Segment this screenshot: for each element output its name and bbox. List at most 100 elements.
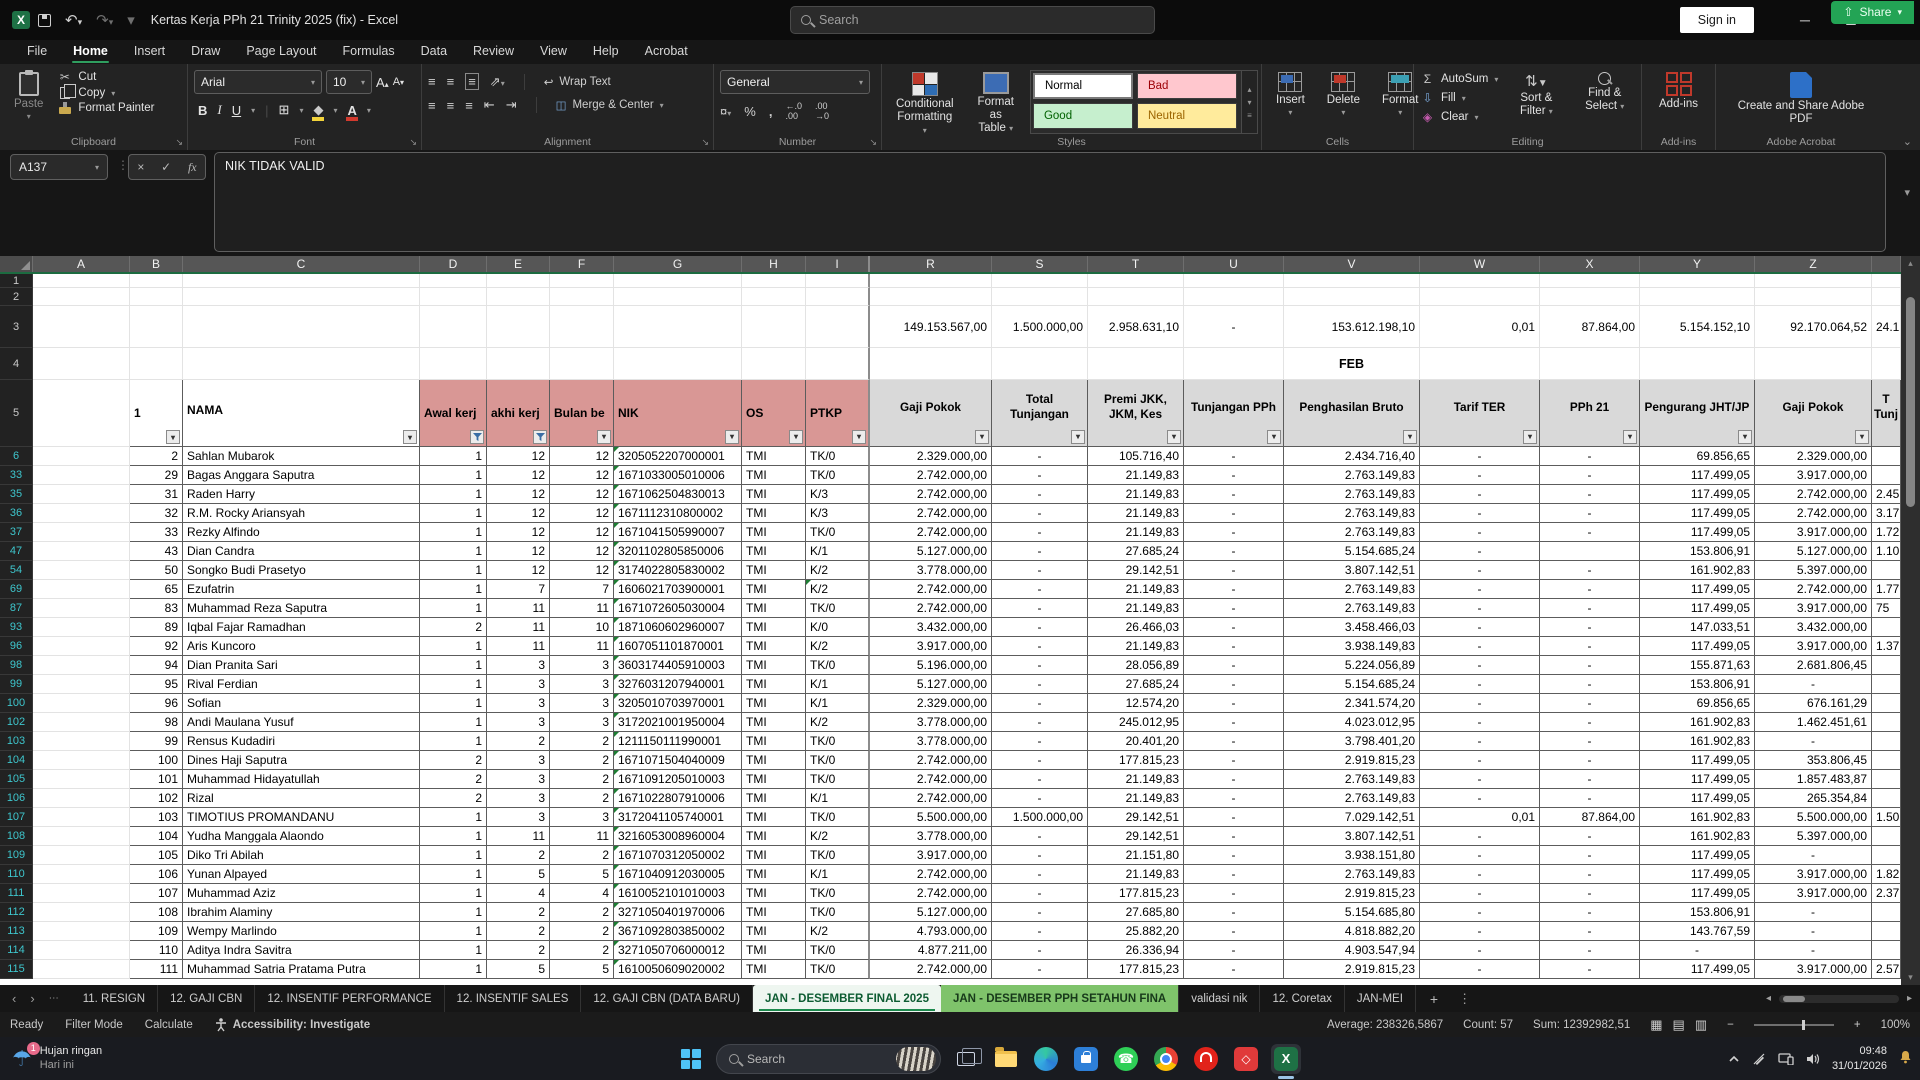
cell[interactable]: - xyxy=(1540,561,1640,580)
font-family-select[interactable]: Arial▾ xyxy=(194,70,322,94)
cell[interactable]: 1 xyxy=(420,637,487,656)
cell[interactable]: 31 xyxy=(130,485,183,504)
cell[interactable]: 2 xyxy=(550,732,614,751)
formula-bar-input[interactable]: NIK TIDAK VALID xyxy=(214,152,1886,252)
cell[interactable]: 2 xyxy=(487,846,550,865)
cell[interactable]: 5.127.000,00 xyxy=(1755,542,1872,561)
cell[interactable]: 29.142,51 xyxy=(1088,808,1184,827)
cell[interactable]: 147.033,51 xyxy=(1640,618,1755,637)
decrease-indent-button[interactable]: ⇤ xyxy=(484,97,495,113)
cut-button[interactable]: ✂Cut xyxy=(57,70,154,84)
filter-dropdown-icon[interactable]: ▾ xyxy=(789,430,803,444)
cell[interactable]: 12 xyxy=(487,523,550,542)
row-header[interactable]: 4 xyxy=(0,348,33,380)
cell[interactable]: 3.778.000,00 xyxy=(870,561,992,580)
cell[interactable]: 2 xyxy=(487,732,550,751)
cell[interactable]: TIMOTIUS PROMANDANU xyxy=(183,808,420,827)
cell[interactable] xyxy=(1872,675,1901,694)
cell[interactable]: 12 xyxy=(487,466,550,485)
cell[interactable]: - xyxy=(992,884,1088,903)
cell[interactable]: 353.806,45 xyxy=(1755,751,1872,770)
cell[interactable]: 117.499,05 xyxy=(1640,580,1755,599)
cell[interactable]: - xyxy=(1540,960,1640,979)
cell[interactable]: Muhammad Aziz xyxy=(183,884,420,903)
cell[interactable]: Muhammad Hidayatullah xyxy=(183,770,420,789)
cell[interactable]: 3.917.000,00 xyxy=(1755,599,1872,618)
cell[interactable]: TMI xyxy=(742,694,806,713)
sheet-tab[interactable]: 12. INSENTIF PERFORMANCE xyxy=(255,985,444,1012)
cell[interactable]: 2 xyxy=(487,903,550,922)
cell[interactable]: - xyxy=(1184,447,1284,466)
cell[interactable]: 2.742.000,00 xyxy=(870,884,992,903)
tray-chevron-icon[interactable] xyxy=(1728,1055,1740,1063)
cell[interactable]: - xyxy=(992,694,1088,713)
cell[interactable]: - xyxy=(1420,827,1540,846)
cell[interactable]: - xyxy=(992,903,1088,922)
cell[interactable] xyxy=(1540,542,1640,561)
cell[interactable] xyxy=(33,599,130,618)
cell[interactable]: 2.763.149,83 xyxy=(1284,580,1420,599)
cell[interactable]: 69.856,65 xyxy=(1640,447,1755,466)
menu-tab-review[interactable]: Review xyxy=(460,40,527,64)
cell[interactable]: TMI xyxy=(742,599,806,618)
cell[interactable]: Songko Budi Prasetyo xyxy=(183,561,420,580)
cell[interactable]: - xyxy=(1420,903,1540,922)
cell[interactable]: - xyxy=(1540,884,1640,903)
sheet-tab[interactable]: 12. Coretax xyxy=(1260,985,1344,1012)
cell[interactable]: - xyxy=(992,865,1088,884)
cell[interactable]: 2.763.149,83 xyxy=(1284,523,1420,542)
cell[interactable]: 5.154.685,24 xyxy=(1284,542,1420,561)
antivirus-button[interactable] xyxy=(1191,1044,1221,1074)
cell[interactable]: TMI xyxy=(742,523,806,542)
cell[interactable]: 2 xyxy=(550,789,614,808)
row-header[interactable]: 36 xyxy=(0,504,33,523)
cell[interactable]: 2.742.000,00 xyxy=(870,580,992,599)
cell[interactable]: 92.170.064,52 xyxy=(1755,306,1872,348)
cell[interactable]: - xyxy=(1184,884,1284,903)
weather-widget[interactable]: ☂1 Hujan ringanHari ini xyxy=(0,1045,230,1073)
cell[interactable]: - xyxy=(1420,922,1540,941)
cell[interactable]: 3 xyxy=(487,656,550,675)
cell[interactable]: 28.056,89 xyxy=(1088,656,1184,675)
cell[interactable]: 110 xyxy=(130,941,183,960)
cell[interactable]: 2.742.000,00 xyxy=(870,466,992,485)
cell[interactable]: 161.902,83 xyxy=(1640,827,1755,846)
comma-style-button[interactable]: , xyxy=(769,104,773,119)
cell[interactable]: TK/0 xyxy=(806,960,870,979)
filter-dropdown-icon[interactable]: ▾ xyxy=(1071,430,1085,444)
cell[interactable]: Muhammad Reza Saputra xyxy=(183,599,420,618)
cell[interactable]: K/3 xyxy=(806,485,870,504)
cell[interactable]: Ibrahim Alaminy xyxy=(183,903,420,922)
cell[interactable]: 1671022807910006 xyxy=(614,789,742,808)
cell[interactable]: - xyxy=(1184,306,1284,348)
filter-dropdown-icon[interactable]: ▾ xyxy=(1403,430,1417,444)
cell[interactable]: Premi JKK, JKM, Kes▾ xyxy=(1088,380,1184,447)
cell[interactable]: 103 xyxy=(130,808,183,827)
cell[interactable]: - xyxy=(1184,846,1284,865)
cell[interactable]: PTKP▾ xyxy=(806,380,870,447)
row-header[interactable]: 106 xyxy=(0,789,33,808)
cell[interactable]: - xyxy=(1540,637,1640,656)
align-left-button[interactable]: ≡ xyxy=(428,98,436,113)
cell[interactable]: 161.902,83 xyxy=(1640,732,1755,751)
cell[interactable]: 2.763.149,83 xyxy=(1284,789,1420,808)
column-header-W[interactable]: W xyxy=(1420,256,1540,272)
cell[interactable]: - xyxy=(1184,523,1284,542)
cell[interactable]: - xyxy=(1184,827,1284,846)
menu-tab-page-layout[interactable]: Page Layout xyxy=(233,40,329,64)
cell[interactable]: - xyxy=(1420,561,1540,580)
filter-dropdown-icon[interactable]: ▾ xyxy=(1167,430,1181,444)
cell[interactable]: Tunjangan PPh▾ xyxy=(1184,380,1284,447)
cell[interactable]: 29 xyxy=(130,466,183,485)
cell[interactable] xyxy=(1872,447,1901,466)
normal-view-icon[interactable]: ▦ xyxy=(1650,1017,1662,1033)
cell[interactable]: 117.499,05 xyxy=(1640,523,1755,542)
cell[interactable]: 2 xyxy=(550,751,614,770)
cell[interactable]: - xyxy=(1420,580,1540,599)
cell[interactable] xyxy=(33,865,130,884)
cell[interactable]: 11 xyxy=(550,637,614,656)
row-header[interactable]: 35 xyxy=(0,485,33,504)
cell[interactable]: - xyxy=(1540,770,1640,789)
cell[interactable]: 3172041105740001 xyxy=(614,808,742,827)
cell[interactable] xyxy=(1755,348,1872,380)
